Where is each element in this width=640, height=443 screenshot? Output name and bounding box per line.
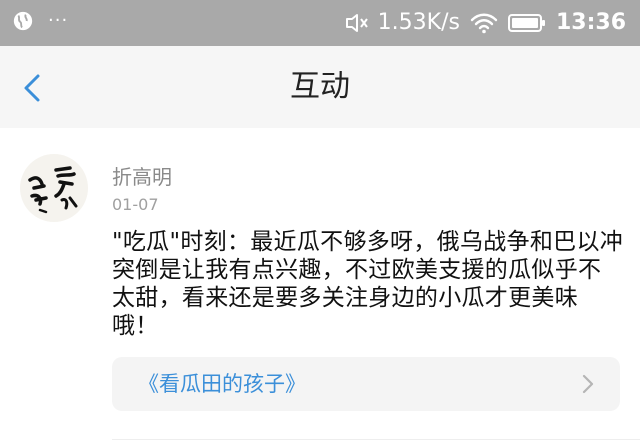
post-date: 01-07: [112, 195, 159, 214]
globe-icon: [13, 11, 33, 31]
network-speed: 1.53K/s: [377, 10, 460, 35]
status-left: ···: [12, 10, 68, 32]
post-card: 折高明 01-07 "吃瓜"时刻：最近瓜不够多呀，俄乌战争和巴以冲突倒是让我有点…: [0, 128, 640, 443]
author-name[interactable]: 折高明: [112, 161, 172, 190]
divider: [112, 439, 640, 440]
battery-icon: [507, 14, 545, 32]
article-link-title: 《看瓜田的孩子》: [138, 372, 306, 396]
post-content: "吃瓜"时刻：最近瓜不够多呀，俄乌战争和巴以冲突倒是让我有点兴趣，不过欧美支援的…: [112, 229, 624, 339]
chevron-right-icon: [582, 374, 594, 394]
notification-dots: ···: [48, 10, 69, 31]
wifi-icon: [470, 13, 498, 34]
nav-bar: 互动: [0, 46, 640, 129]
page-title: 互动: [290, 69, 350, 104]
mute-icon: [345, 14, 368, 32]
article-link-card[interactable]: 《看瓜田的孩子》: [112, 357, 620, 411]
status-bar: ··· 1.53K/s 13:36: [0, 0, 640, 46]
calligraphy-avatar-icon: [20, 154, 88, 222]
status-right: 1.53K/s 13:36: [344, 8, 626, 38]
clock: 13:36: [555, 10, 626, 35]
avatar[interactable]: [20, 154, 88, 222]
